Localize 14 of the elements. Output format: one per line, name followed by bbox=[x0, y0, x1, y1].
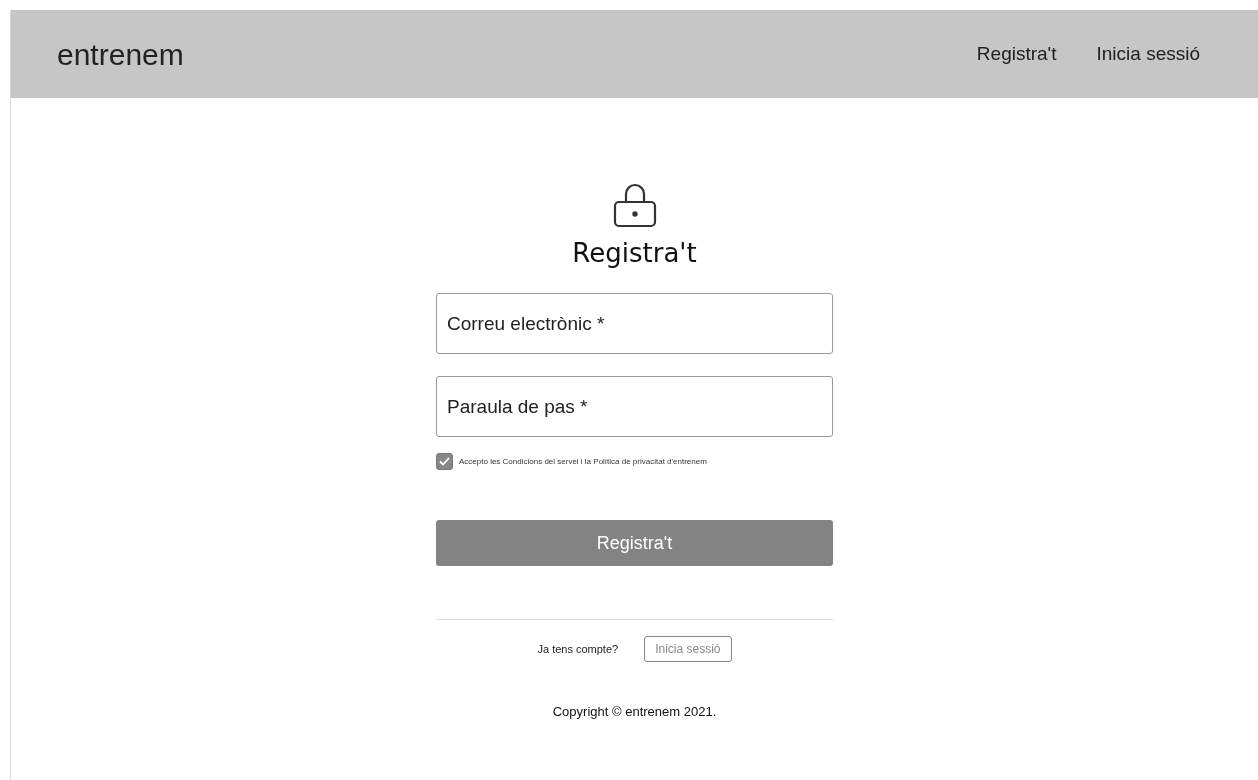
form-title: Registra't bbox=[572, 237, 697, 270]
terms-label: Accepto les Condicions del servei i la Política de privacitat d'entrenem bbox=[459, 455, 707, 468]
nav-link[interactable]: Registra't bbox=[976, 39, 1057, 69]
checkbox[interactable] bbox=[436, 453, 453, 470]
login-prompt: Ja tens compte? bbox=[537, 641, 619, 657]
input-field[interactable]: Paraula de pas * bbox=[436, 376, 833, 437]
lock-icon bbox=[611, 182, 658, 228]
login-button[interactable]: Inicia sessió bbox=[644, 636, 732, 662]
copyright-text: Copyright © entrenem 2021. bbox=[552, 703, 717, 721]
input-field[interactable]: Correu electrònic * bbox=[436, 293, 833, 354]
submit-button[interactable]: Registra't bbox=[436, 520, 833, 566]
logo[interactable]: entrenem bbox=[57, 31, 184, 77]
nav-link[interactable]: Inicia sessió bbox=[1096, 39, 1200, 69]
check-icon bbox=[439, 457, 450, 466]
